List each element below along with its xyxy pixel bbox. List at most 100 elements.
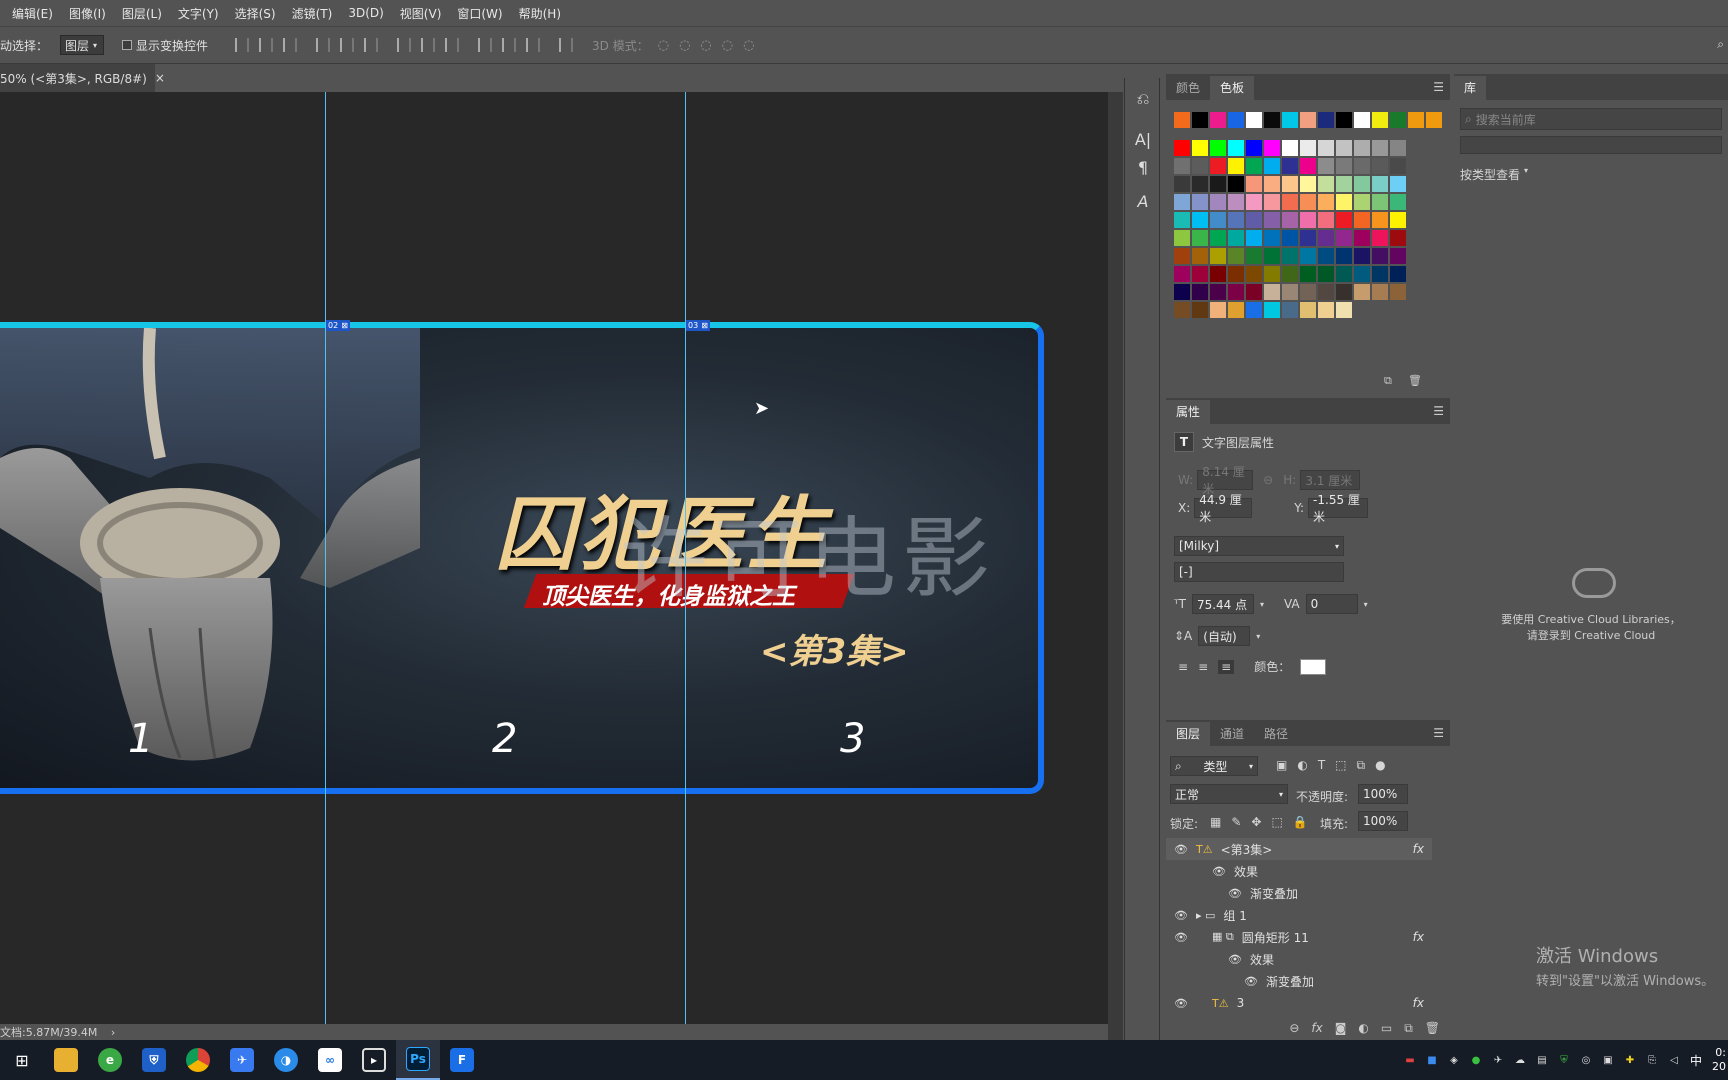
- swatch[interactable]: [1174, 176, 1190, 192]
- panel-menu-icon[interactable]: ☰: [1433, 80, 1444, 94]
- swatch[interactable]: [1336, 176, 1352, 192]
- library-select[interactable]: [1460, 136, 1722, 154]
- swatch[interactable]: [1210, 302, 1226, 318]
- pan-3d-icon[interactable]: ◌: [700, 38, 711, 53]
- auto-select-dropdown[interactable]: 图层 ▾: [60, 35, 105, 55]
- tab-swatches[interactable]: 色板: [1210, 76, 1255, 100]
- tray-icon[interactable]: ◈: [1444, 1050, 1464, 1070]
- swatch[interactable]: [1192, 266, 1208, 282]
- lock-artboard-icon[interactable]: ⬚: [1271, 815, 1282, 829]
- menu-item[interactable]: 文字(Y): [170, 5, 227, 22]
- panel-menu-icon[interactable]: ☰: [1433, 726, 1444, 740]
- swatch[interactable]: [1282, 230, 1298, 246]
- swatch[interactable]: [1282, 112, 1298, 128]
- swatch[interactable]: [1300, 112, 1316, 128]
- swatch[interactable]: [1372, 248, 1388, 264]
- swatch[interactable]: [1246, 266, 1262, 282]
- panel-menu-icon[interactable]: ☰: [1433, 404, 1444, 418]
- effect-eye-icon[interactable]: 👁: [1228, 887, 1242, 900]
- swatch[interactable]: [1318, 248, 1334, 264]
- tray-icon[interactable]: ▤: [1532, 1050, 1552, 1070]
- swatch[interactable]: [1354, 266, 1370, 282]
- align-distribute-icon[interactable]: [364, 38, 379, 52]
- align-distribute-icon[interactable]: [502, 38, 517, 52]
- paragraph-icon[interactable]: ¶: [1127, 154, 1159, 180]
- filter-text-icon[interactable]: T: [1318, 758, 1325, 773]
- roll-3d-icon[interactable]: ◌: [679, 38, 690, 53]
- swatch[interactable]: [1282, 158, 1298, 174]
- swatch[interactable]: [1372, 158, 1388, 174]
- align-distribute-icon[interactable]: [316, 38, 331, 52]
- swatch[interactable]: [1300, 158, 1316, 174]
- visibility-eye-icon[interactable]: 👁: [1166, 909, 1196, 922]
- swatch[interactable]: [1282, 176, 1298, 192]
- swatch[interactable]: [1336, 112, 1352, 128]
- layer-row[interactable]: 👁 T⚠ 3 fx: [1166, 992, 1432, 1014]
- swatch[interactable]: [1372, 194, 1388, 210]
- swatch[interactable]: [1354, 248, 1370, 264]
- swatch[interactable]: [1210, 158, 1226, 174]
- layer-effect-row[interactable]: 👁 效果: [1166, 948, 1432, 970]
- swatch[interactable]: [1318, 158, 1334, 174]
- feishu-button[interactable]: ✈: [220, 1040, 264, 1080]
- security-button[interactable]: ⛨: [132, 1040, 176, 1080]
- swatch[interactable]: [1192, 158, 1208, 174]
- swatch[interactable]: [1300, 140, 1316, 156]
- new-group-icon[interactable]: ▭: [1381, 1021, 1392, 1035]
- swatch[interactable]: [1282, 284, 1298, 300]
- swatch[interactable]: [1174, 212, 1190, 228]
- swatch[interactable]: [1318, 176, 1334, 192]
- swatch[interactable]: [1174, 284, 1190, 300]
- adjustment-icon[interactable]: ◐: [1358, 1021, 1368, 1035]
- swatch[interactable]: [1174, 230, 1190, 246]
- swatch[interactable]: [1318, 140, 1334, 156]
- swatch[interactable]: [1264, 140, 1280, 156]
- ime-indicator[interactable]: 中: [1686, 1050, 1706, 1070]
- swatch[interactable]: [1210, 194, 1226, 210]
- swatch[interactable]: [1228, 112, 1244, 128]
- swatch[interactable]: [1372, 112, 1388, 128]
- swatch[interactable]: [1192, 284, 1208, 300]
- layer-effect-row[interactable]: 👁 渐变叠加: [1166, 882, 1432, 904]
- height-field[interactable]: 3.1 厘米: [1300, 470, 1361, 490]
- opacity-field[interactable]: 100%: [1358, 784, 1408, 804]
- swatch[interactable]: [1192, 248, 1208, 264]
- library-search-field[interactable]: ⌕ 搜索当前库: [1460, 108, 1722, 130]
- swatch[interactable]: [1336, 158, 1352, 174]
- swatch[interactable]: [1192, 194, 1208, 210]
- tray-icon[interactable]: ☁: [1510, 1050, 1530, 1070]
- character-icon[interactable]: A|: [1127, 126, 1159, 152]
- swatch[interactable]: [1246, 158, 1262, 174]
- swatch[interactable]: [1372, 140, 1388, 156]
- layer-effect-row[interactable]: 👁 效果: [1166, 860, 1432, 882]
- swatch[interactable]: [1336, 140, 1352, 156]
- swatch[interactable]: [1336, 194, 1352, 210]
- swatch[interactable]: [1300, 230, 1316, 246]
- slice-label[interactable]: 03 ⊠: [686, 320, 710, 331]
- swatch[interactable]: [1318, 212, 1334, 228]
- swatch[interactable]: [1390, 230, 1406, 246]
- trash-icon[interactable]: 🗑: [1425, 1021, 1440, 1035]
- swatch[interactable]: [1282, 266, 1298, 282]
- swatch[interactable]: [1192, 140, 1208, 156]
- filter-shape-icon[interactable]: ⬚: [1335, 758, 1346, 773]
- search-icon[interactable]: ⌕: [1717, 37, 1724, 52]
- swatch[interactable]: [1372, 212, 1388, 228]
- file-explorer-button[interactable]: [44, 1040, 88, 1080]
- task-view-button[interactable]: ⊞: [0, 1040, 44, 1080]
- swatch[interactable]: [1210, 176, 1226, 192]
- network-icon[interactable]: ⎘: [1642, 1050, 1662, 1070]
- swatch[interactable]: [1354, 194, 1370, 210]
- chevron-down-icon[interactable]: ▾: [1256, 632, 1260, 641]
- swatch[interactable]: [1390, 140, 1406, 156]
- swatch[interactable]: [1354, 212, 1370, 228]
- swatch[interactable]: [1228, 158, 1244, 174]
- clock[interactable]: 0: 20: [1712, 1046, 1726, 1074]
- swatch[interactable]: [1246, 248, 1262, 264]
- swatch[interactable]: [1192, 112, 1208, 128]
- swatch[interactable]: [1300, 248, 1316, 264]
- tray-icon[interactable]: ■: [1422, 1050, 1442, 1070]
- layer-effects-icon[interactable]: fx: [1413, 930, 1424, 944]
- layer-filter-select[interactable]: ⌕ 类型 ▾: [1170, 756, 1258, 776]
- leading-field[interactable]: (自动): [1198, 626, 1251, 646]
